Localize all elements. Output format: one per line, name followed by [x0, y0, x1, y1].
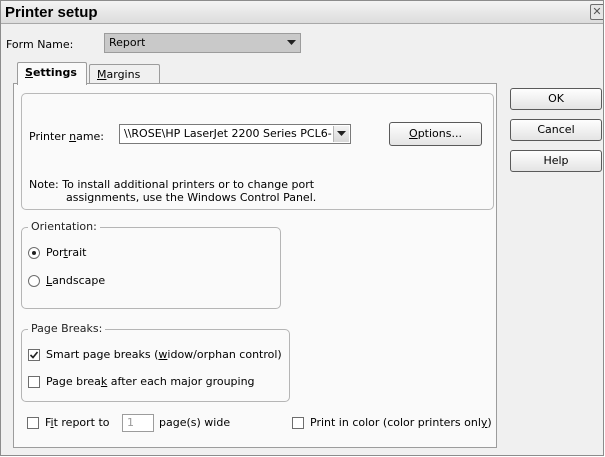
- portrait-radio[interactable]: [28, 247, 40, 259]
- help-button[interactable]: Help: [510, 150, 602, 172]
- page-breaks-legend: Page Breaks:: [28, 322, 106, 335]
- page-breaks-group: Page Breaks: Smart page breaks (widow/or…: [21, 322, 290, 402]
- fit-pages-input[interactable]: 1: [122, 414, 154, 432]
- ok-button[interactable]: OK: [510, 88, 602, 110]
- close-icon[interactable]: ✕: [590, 4, 603, 20]
- note-line-2: assignments, use the Windows Control Pan…: [66, 191, 317, 204]
- tab-margins[interactable]: Margins: [89, 64, 160, 83]
- major-grouping-break-label[interactable]: Page break after each major grouping: [46, 375, 255, 388]
- fit-report-label[interactable]: Fit report to: [45, 416, 110, 429]
- portrait-label[interactable]: Portrait: [46, 246, 86, 259]
- landscape-radio[interactable]: [28, 275, 40, 287]
- orientation-group: Orientation: Portrait Landscape: [21, 220, 281, 309]
- form-name-value: Report: [109, 36, 146, 49]
- settings-panel: Printer name: \\ROSE\HP LaserJet 2200 Se…: [13, 83, 497, 448]
- major-grouping-break-checkbox[interactable]: [28, 376, 40, 388]
- dialog-title: Printer setup: [5, 4, 98, 21]
- chevron-down-icon[interactable]: [284, 35, 299, 51]
- fit-report-checkbox[interactable]: [27, 417, 39, 429]
- orientation-legend: Orientation:: [28, 220, 100, 233]
- landscape-label[interactable]: Landscape: [46, 274, 105, 287]
- print-in-color-checkbox[interactable]: [292, 417, 304, 429]
- options-button[interactable]: Options...: [389, 122, 482, 146]
- smart-page-breaks-checkbox[interactable]: [28, 349, 40, 361]
- note-line-1: Note: To install additional printers or …: [29, 178, 315, 191]
- printer-setup-dialog: Printer setup ✕ Form Name: Report Settin…: [0, 0, 604, 456]
- tab-margins-accelerator: M: [97, 68, 107, 81]
- tab-settings-accelerator: S: [25, 66, 33, 79]
- title-bar[interactable]: Printer setup ✕: [1, 1, 603, 24]
- printer-group: Printer name: \\ROSE\HP LaserJet 2200 Se…: [21, 93, 494, 210]
- printer-name-value: \\ROSE\HP LaserJet 2200 Series PCL6-2 on: [124, 127, 332, 140]
- tab-margins-label: argins: [106, 68, 141, 81]
- printer-name-label: Printer name:: [29, 130, 105, 143]
- fit-pages-suffix: page(s) wide: [159, 416, 231, 429]
- smart-page-breaks-label[interactable]: Smart page breaks (widow/orphan control): [46, 348, 282, 361]
- printer-name-dropdown[interactable]: \\ROSE\HP LaserJet 2200 Series PCL6-2 on: [119, 124, 351, 144]
- tab-settings[interactable]: Settings: [17, 62, 87, 85]
- print-in-color-label[interactable]: Print in color (color printers only): [310, 416, 492, 429]
- chevron-down-icon[interactable]: [333, 126, 349, 142]
- checkmark-icon: [29, 351, 39, 359]
- tab-settings-label: ettings: [32, 66, 77, 79]
- form-name-dropdown[interactable]: Report: [104, 33, 301, 53]
- cancel-button[interactable]: Cancel: [510, 119, 602, 141]
- form-name-label: Form Name:: [6, 38, 74, 51]
